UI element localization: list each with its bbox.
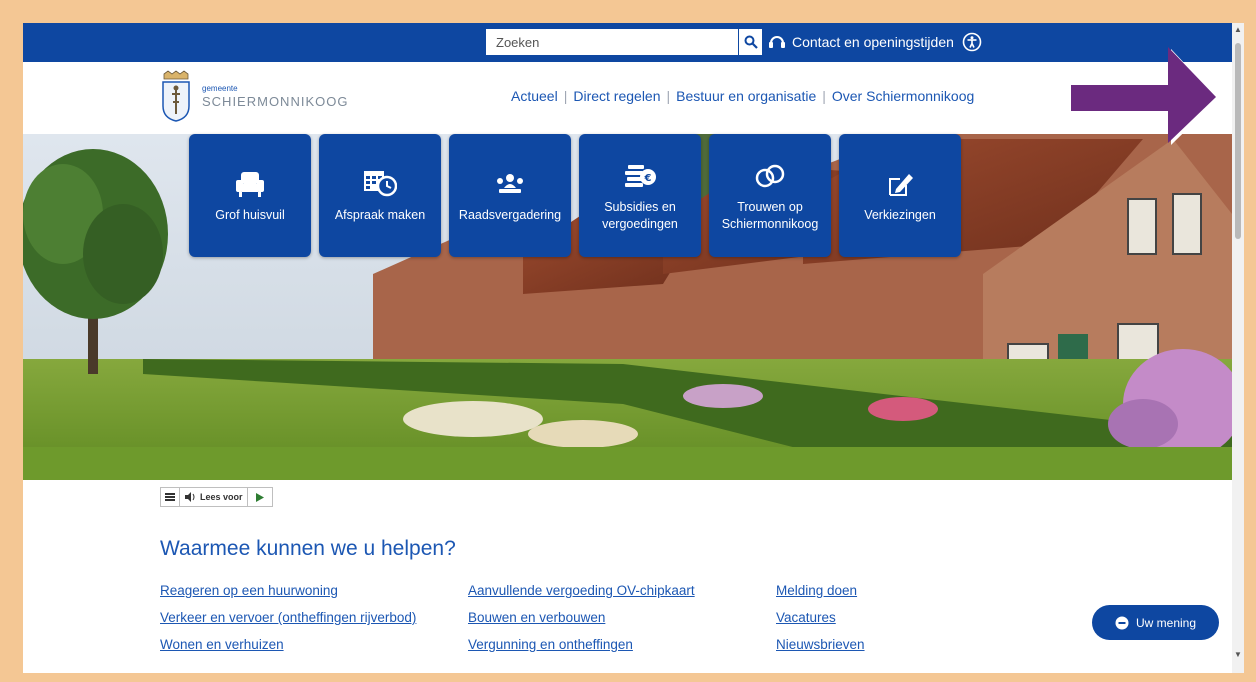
help-heading: Waarmee kunnen we u helpen? <box>160 537 456 560</box>
link-wonen-en-verhuizen[interactable]: Wonen en verhuizen <box>160 636 416 663</box>
readspeaker-menu-button[interactable] <box>161 488 180 506</box>
link-melding-doen[interactable]: Melding doen <box>776 582 865 609</box>
search-box <box>486 29 762 55</box>
scroll-up-arrow-icon[interactable]: ▲ <box>1234 25 1242 34</box>
feedback-button[interactable]: Uw mening <box>1092 605 1219 640</box>
tile-trouwen-op-schiermonnikoog[interactable]: Trouwen op Schiermonnikoog <box>709 134 831 257</box>
tile-verkiezingen[interactable]: Verkiezingen <box>839 134 961 257</box>
tile-grof-huisvuil[interactable]: Grof huisvuil <box>189 134 311 257</box>
contact-link[interactable]: Contact en openingstijden <box>768 32 982 52</box>
link-vergunning-en-ontheffingen[interactable]: Vergunning en ontheffingen <box>468 636 695 663</box>
link-vacatures[interactable]: Vacatures <box>776 609 865 636</box>
nav-over-schiermonnikoog[interactable]: Over Schiermonnikoog <box>832 88 974 104</box>
nav-actueel[interactable]: Actueel <box>511 88 558 104</box>
chat-bubble-icon <box>1115 616 1129 629</box>
search-input[interactable] <box>486 29 738 55</box>
nav-separator: | <box>563 88 568 104</box>
tile-raadsvergadering[interactable]: Raadsvergadering <box>449 134 571 257</box>
link-aanvullende-vergoeding-ov-chipkaart[interactable]: Aanvullende vergoeding OV-chipkaart <box>468 582 695 609</box>
scroll-thumb[interactable] <box>1235 43 1241 239</box>
rings-icon <box>753 159 787 193</box>
tile-label: Raadsvergadering <box>458 208 562 222</box>
menu-icon <box>165 493 175 501</box>
tile-subsidies-en-vergoedingen[interactable]: € Subsidies en vergoedingen <box>579 134 701 257</box>
link-bouwen-en-verbouwen[interactable]: Bouwen en verbouwen <box>468 609 695 636</box>
scrollbar[interactable]: ▲ ▼ <box>1232 23 1244 673</box>
main-navigation: Actueel | Direct regelen | Bestuur en or… <box>511 88 974 104</box>
logo-big-text: SCHIERMONNIKOOG <box>202 93 349 109</box>
link-reageren-op-een-huurwoning[interactable]: Reageren op een huurwoning <box>160 582 416 609</box>
nav-bestuur-en-organisatie[interactable]: Bestuur en organisatie <box>676 88 816 104</box>
search-button[interactable] <box>739 29 762 55</box>
svg-text:€: € <box>644 173 652 184</box>
headset-icon <box>769 36 785 48</box>
tile-label: Trouwen op Schiermonnikoog <box>721 199 819 231</box>
coat-of-arms-icon <box>162 70 190 122</box>
readspeaker-play-button[interactable] <box>248 488 272 506</box>
help-links-column-1: Reageren op een huurwoning Verkeer en ve… <box>160 582 416 663</box>
nav-separator: | <box>666 88 671 104</box>
logo-small-text: gemeente <box>202 83 238 93</box>
link-nieuwsbrieven[interactable]: Nieuwsbrieven <box>776 636 865 663</box>
tile-label: Afspraak maken <box>334 208 426 222</box>
top-bar: Contact en openingstijden <box>23 23 1232 62</box>
browser-viewport: Contact en openingstijden gemeente SCHIE… <box>23 23 1232 673</box>
tile-label: Grof huisvuil <box>215 208 285 222</box>
help-links-column-2: Aanvullende vergoeding OV-chipkaart Bouw… <box>468 582 695 663</box>
coins-icon: € <box>623 159 657 193</box>
contact-label: Contact en openingstijden <box>792 34 954 50</box>
tile-label: Verkiezingen <box>864 208 936 222</box>
scroll-down-arrow-icon[interactable]: ▼ <box>1234 650 1242 659</box>
readspeaker-bar: Lees voor <box>160 487 273 507</box>
site-header: gemeente SCHIERMONNIKOOG Actueel | Direc… <box>23 62 1232 134</box>
accessibility-icon[interactable] <box>962 32 982 52</box>
meeting-icon <box>495 167 525 201</box>
link-verkeer-en-vervoer[interactable]: Verkeer en vervoer (ontheffingen rijverb… <box>160 609 416 636</box>
annotation-arrow-icon <box>1071 47 1218 145</box>
readspeaker-label: Lees voor <box>200 492 243 502</box>
search-icon <box>744 35 758 49</box>
pencil-icon <box>886 167 914 201</box>
nav-separator: | <box>822 88 826 104</box>
calendar-clock-icon <box>363 167 397 201</box>
help-links-column-3: Melding doen Vacatures Nieuwsbrieven <box>776 582 865 663</box>
site-logo[interactable]: gemeente SCHIERMONNIKOOG <box>160 70 348 122</box>
feedback-label: Uw mening <box>1135 615 1197 630</box>
play-icon <box>255 492 264 502</box>
readspeaker-listen-button[interactable]: Lees voor <box>180 488 248 506</box>
speaker-icon <box>185 492 195 502</box>
armchair-icon <box>234 167 266 201</box>
tile-afspraak-maken[interactable]: Afspraak maken <box>319 134 441 257</box>
nav-direct-regelen[interactable]: Direct regelen <box>573 88 660 104</box>
tile-label: Subsidies en vergoedingen <box>602 199 678 231</box>
